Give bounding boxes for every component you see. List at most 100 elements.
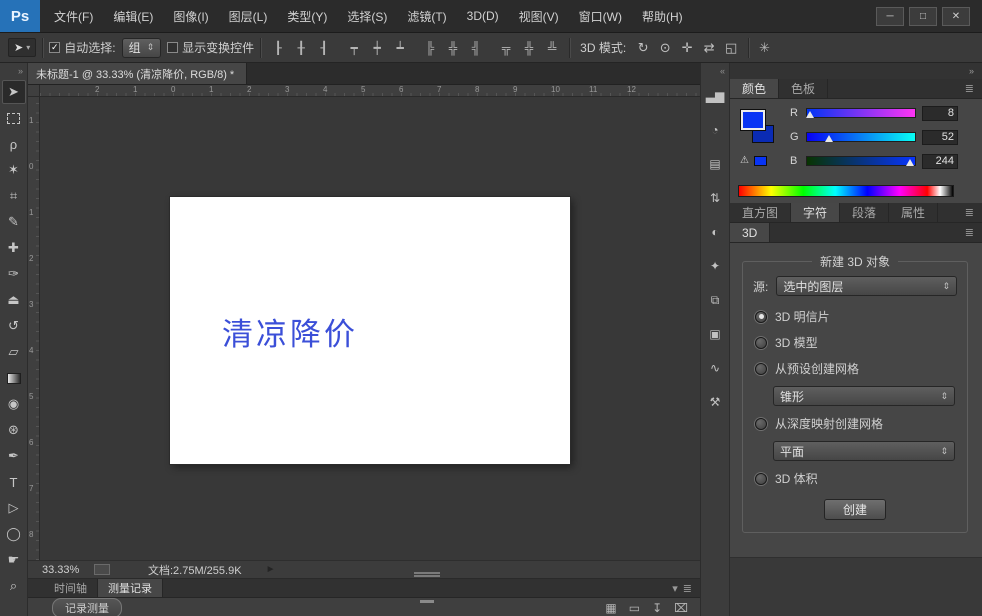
option-3d-volume[interactable]: 3D 体积 [755,470,955,487]
channel-slider-R[interactable] [806,108,916,118]
option-3d-volume-radio[interactable] [755,473,767,485]
distribute-horizontal-button-1[interactable]: ╦ [495,38,517,58]
blur-tool[interactable]: ◉ [2,392,26,416]
option-mesh-from-preset[interactable]: 从预设创建网格 [755,360,955,377]
3d-scale-icon[interactable]: ◱ [720,38,742,58]
paths-panel-icon[interactable]: ∿ [703,356,727,380]
styles-panel-icon[interactable]: ✦ [703,254,727,278]
canvas-pasteboard[interactable]: 清凉降价 [40,97,700,560]
align-edges-button-3[interactable]: ┨ [313,38,335,58]
option-3d-postcard-radio[interactable] [755,311,767,323]
distribute-vertical-button-1[interactable]: ╠ [419,38,441,58]
panel-group-menu-icon[interactable]: ≣ [957,203,982,222]
tab-timeline[interactable]: 时间轴 [44,579,98,597]
channel-slider-thumb-B[interactable] [906,159,914,166]
channel-value-G[interactable]: 52 [922,130,958,145]
ruler-tool-icon[interactable]: ▭ [629,601,640,615]
top-ruler[interactable]: 210123456789101112 [40,85,700,97]
menu-edit[interactable]: 编辑(E) [103,0,163,32]
zoom-tool[interactable]: ⌕ [2,574,26,598]
adjustments-panel-icon[interactable]: ◐ [703,220,727,244]
align-centers-button-1[interactable]: ┯ [343,38,365,58]
option-3d-model[interactable]: 3D 模型 [755,334,955,351]
status-preview-icon[interactable] [94,564,110,575]
chevron-down-icon[interactable]: ▾ [672,582,678,595]
auto-select-target-dropdown[interactable]: 组 ⇕ [122,38,162,58]
canvas[interactable]: 清凉降价 [170,197,570,464]
clone-stamp-tool[interactable]: ⏏ [2,288,26,312]
actions-panel-icon[interactable]: ⇅ [703,186,727,210]
tab-properties[interactable]: 属性 [889,203,938,222]
menu-file[interactable]: 文件(F) [44,0,103,32]
eyedropper-tool[interactable]: ✎ [2,210,26,234]
channel-slider-B[interactable] [806,156,916,166]
current-tool-badge[interactable]: ➤ ▾ [8,38,36,57]
create-button[interactable]: 创建 [824,499,886,520]
auto-select-checkbox[interactable]: ✓ 自动选择: [49,39,115,56]
close-button[interactable]: ✕ [942,7,970,26]
select-measurements-icon[interactable]: ▦ [605,601,616,615]
out-of-gamut-warning-icon[interactable]: ⚠ [740,155,749,166]
document-tab[interactable]: 未标题-1 @ 33.33% (清凉降价, RGB/8) * [28,63,247,84]
history-brush-tool[interactable]: ↺ [2,314,26,338]
option-mesh-from-depth-map[interactable]: 从深度映射创建网格 [755,415,955,432]
tab-histogram[interactable]: 直方图 [730,203,791,222]
menu-select[interactable]: 选择(S) [337,0,397,32]
channel-slider-G[interactable] [806,132,916,142]
export-measurements-icon[interactable]: ↧ [652,601,662,615]
option-3d-model-radio[interactable] [755,337,767,349]
tab-measurement-log[interactable]: 测量记录 [98,579,163,597]
status-menu-arrow-icon[interactable]: ► [266,564,276,575]
3d-axis-icon[interactable]: ✳ [759,40,770,56]
preset-shape-dropdown[interactable]: 锥形⇕ [773,386,955,406]
3d-panel-menu-icon[interactable]: ≣ [957,223,982,242]
tab-paragraph[interactable]: 段落 [840,203,889,222]
dodge-tool[interactable]: ⊛ [2,418,26,442]
menu-layer[interactable]: 图层(L) [219,0,278,32]
navigator-panel-icon[interactable]: ◔ [703,118,727,142]
menu-view[interactable]: 视图(V) [509,0,569,32]
gradient-tool[interactable] [2,366,26,390]
align-centers-button-2[interactable]: ┿ [366,38,388,58]
panel-resize-grip[interactable] [420,600,434,603]
channels-panel-icon[interactable]: ▣ [703,322,727,346]
option-3d-postcard[interactable]: 3D 明信片 [755,308,955,325]
3d-roll-icon[interactable]: ⊙ [654,38,676,58]
menu-help[interactable]: 帮助(H) [632,0,693,32]
tab-character[interactable]: 字符 [791,203,840,222]
lasso-tool[interactable]: ρ [2,132,26,156]
brush-tool[interactable]: ✑ [2,262,26,286]
measurement-log-menu-icon[interactable]: ≣ [683,582,692,595]
menu-type[interactable]: 类型(Y) [277,0,337,32]
color-spectrum-bar[interactable] [738,185,954,197]
align-centers-button-3[interactable]: ┷ [389,38,411,58]
minimize-button[interactable]: ─ [876,7,904,26]
distribute-horizontal-button-2[interactable]: ╬ [518,38,540,58]
3d-slide-icon[interactable]: ⇄ [698,38,720,58]
web-safe-color-chip[interactable] [754,156,767,166]
move-tool[interactable]: ➤ [2,80,26,104]
checkbox-box[interactable] [167,42,178,53]
type-tool[interactable]: T [2,470,26,494]
distribute-vertical-button-2[interactable]: ╬ [442,38,464,58]
foreground-color-swatch[interactable] [740,109,766,131]
info-panel-icon[interactable]: ▤ [703,152,727,176]
eraser-tool[interactable]: ▱ [2,340,26,364]
expand-panels-icon[interactable]: « [701,63,729,79]
menu-image[interactable]: 图像(I) [163,0,218,32]
magic-wand-tool[interactable]: ✶ [2,158,26,182]
checkbox-box[interactable]: ✓ [49,42,60,53]
channel-slider-thumb-R[interactable] [806,111,814,118]
depth-map-dropdown[interactable]: 平面⇕ [773,441,955,461]
color-panel-menu-icon[interactable]: ≣ [957,79,982,98]
menu-window[interactable]: 窗口(W) [569,0,632,32]
option-mesh-from-preset-radio[interactable] [755,363,767,375]
panel-resize-grip[interactable] [414,572,440,574]
collapse-toolbox-icon[interactable]: » [0,63,27,79]
menu-3d[interactable]: 3D(D) [457,0,509,32]
distribute-vertical-button-3[interactable]: ╣ [465,38,487,58]
channel-value-B[interactable]: 244 [922,154,958,169]
channel-slider-thumb-G[interactable] [825,135,833,142]
tab-swatches[interactable]: 色板 [779,79,828,98]
path-selection-tool[interactable]: ▷ [2,496,26,520]
